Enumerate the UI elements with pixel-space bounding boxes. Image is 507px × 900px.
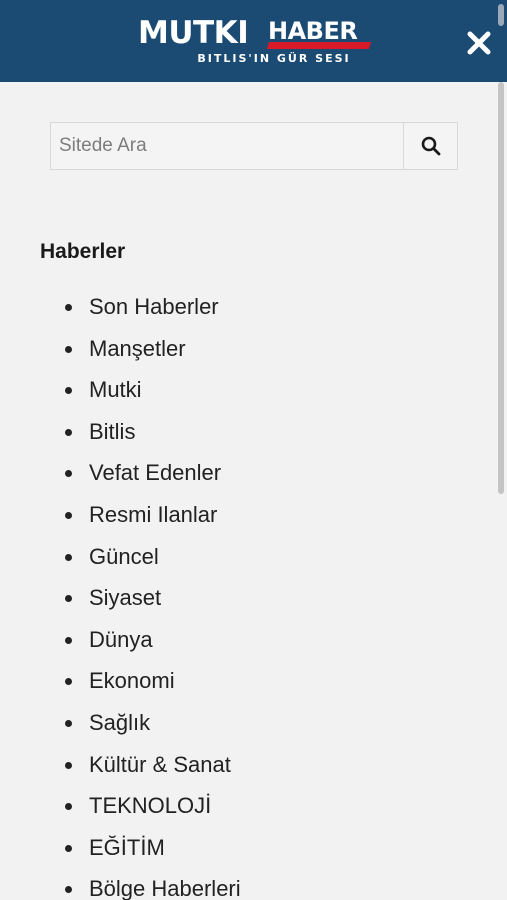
site-header: MUTKI HABER BITLIS'IN GÜR SESI	[0, 0, 507, 82]
menu-item-vefat-edenler[interactable]: Vefat Edenler	[0, 452, 480, 494]
menu-item-son-haberler[interactable]: Son Haberler	[0, 286, 480, 328]
logo-main-text: MUTKI	[138, 15, 249, 51]
menu-item-bitlis[interactable]: Bitlis	[0, 411, 480, 453]
scrollbar-thumb[interactable]	[498, 82, 504, 494]
logo-accent-text: HABER	[268, 17, 358, 45]
menu-section-title: Haberler	[40, 240, 126, 263]
menu-item-mutki[interactable]: Mutki	[0, 369, 480, 411]
menu-item-mansetler[interactable]: Manşetler	[0, 328, 480, 370]
menu-item-siyaset[interactable]: Siyaset	[0, 577, 480, 619]
menu-item-teknoloji[interactable]: TEKNOLOJİ	[0, 785, 480, 827]
menu-item-kultur-sanat[interactable]: Kültür & Sanat	[0, 744, 480, 786]
search-input[interactable]	[51, 123, 403, 169]
close-icon[interactable]	[464, 28, 494, 58]
menu-item-resmi-ilanlar[interactable]: Resmi Ilanlar	[0, 494, 480, 536]
site-logo[interactable]: MUTKI HABER BITLIS'IN GÜR SESI	[138, 14, 372, 68]
menu-item-ekonomi[interactable]: Ekonomi	[0, 660, 480, 702]
menu-list: Son Haberler Manşetler Mutki Bitlis Vefa…	[0, 286, 480, 900]
menu-item-dunya[interactable]: Dünya	[0, 619, 480, 661]
search-button[interactable]	[403, 123, 457, 169]
logo-wordmark: MUTKI HABER	[138, 14, 372, 51]
search-icon	[421, 136, 440, 156]
logo-tagline: BITLIS'IN GÜR SESI	[197, 52, 351, 65]
search-box	[50, 122, 458, 170]
menu-item-guncel[interactable]: Güncel	[0, 536, 480, 578]
top-scroll-indicator	[498, 4, 504, 26]
menu-item-saglik[interactable]: Sağlık	[0, 702, 480, 744]
menu-item-egitim[interactable]: EĞİTİM	[0, 827, 480, 869]
menu-item-bolge-haberleri[interactable]: Bölge Haberleri	[0, 868, 480, 900]
logo-red-stripe	[266, 42, 372, 49]
